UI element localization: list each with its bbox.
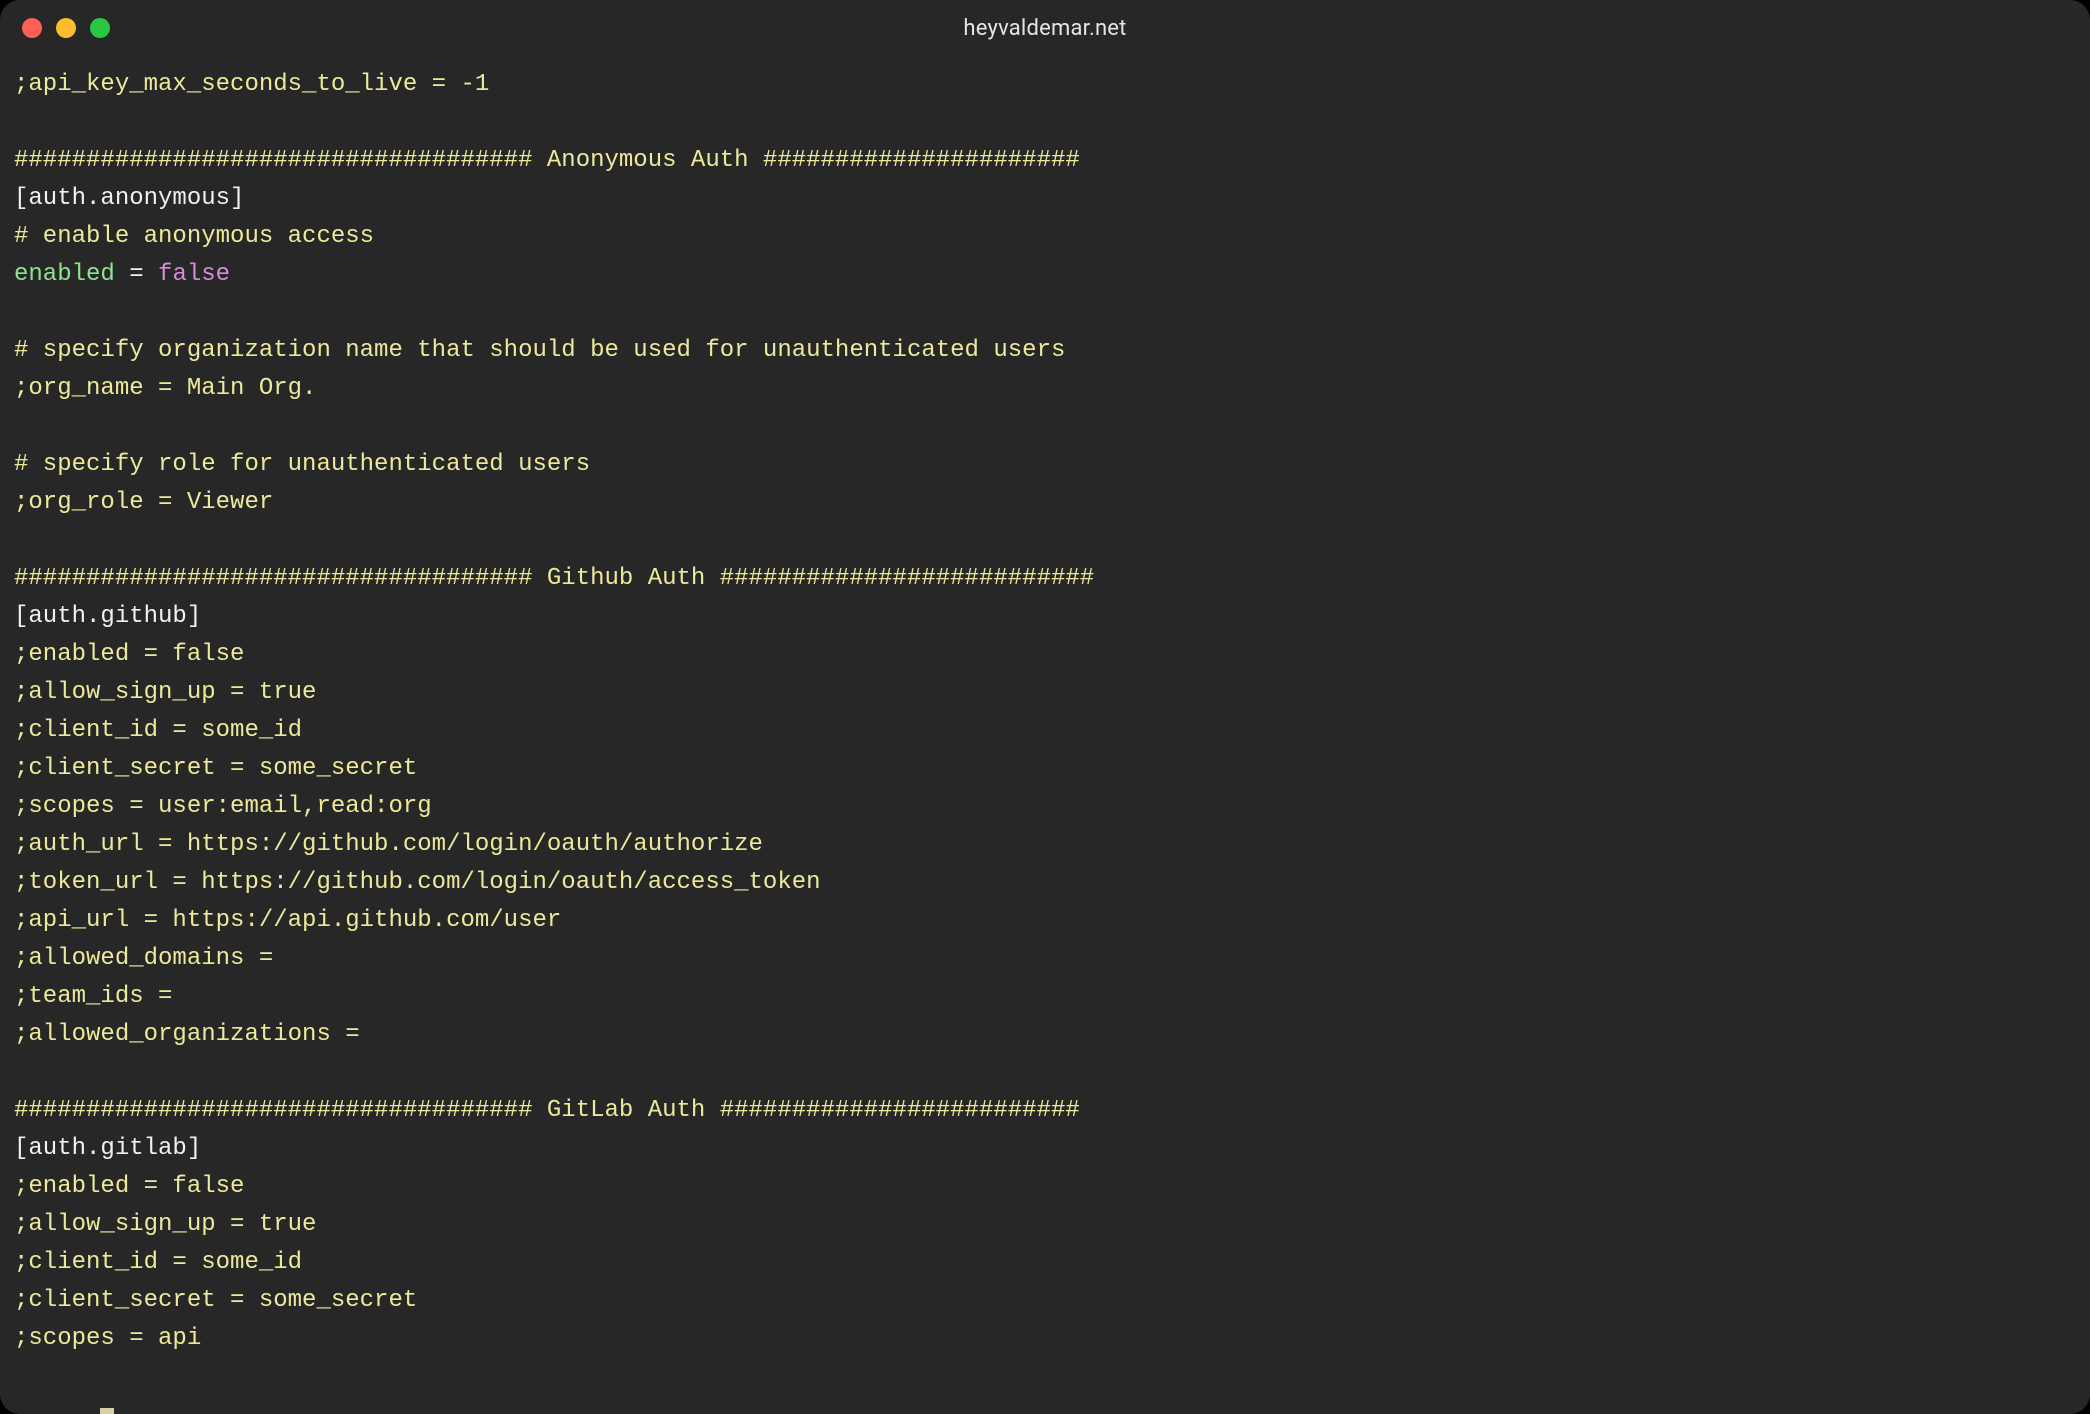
comment-text: ;enabled = false bbox=[14, 641, 244, 668]
comment-text: ;org_role = Viewer bbox=[14, 489, 273, 516]
config-line: ;org_role = Viewer bbox=[14, 484, 2076, 522]
config-line: ;enabled = false bbox=[14, 636, 2076, 674]
config-line: #################################### Git… bbox=[14, 560, 2076, 598]
terminal-body[interactable]: ;api_key_max_seconds_to_live = -1 ######… bbox=[0, 56, 2090, 1414]
window-title: heyvaldemar.net bbox=[963, 16, 1126, 41]
comment-text: ;allow_sign_up = true bbox=[14, 1211, 316, 1238]
config-line: ;client_id = some_id bbox=[14, 712, 2076, 750]
comment-text: # specify organization name that should … bbox=[14, 337, 1065, 364]
config-line: # specify organization name that should … bbox=[14, 332, 2076, 370]
config-key: enabled bbox=[14, 261, 115, 288]
config-line: #################################### Git… bbox=[14, 1092, 2076, 1130]
comment-text: ;api_url = https://api.github.com/user bbox=[14, 907, 561, 934]
config-line: ;api_url = https://api.github.com/user bbox=[14, 902, 2076, 940]
config-line bbox=[14, 522, 2076, 560]
comment-text: ;client_secret = some_secret bbox=[14, 1287, 417, 1314]
terminal-window: heyvaldemar.net ;api_key_max_seconds_to_… bbox=[0, 0, 2090, 1414]
config-line: ;client_id = some_id bbox=[14, 1244, 2076, 1282]
config-line: [auth.github] bbox=[14, 598, 2076, 636]
cursor-icon bbox=[100, 1408, 114, 1414]
comment-text: #################################### Git… bbox=[14, 1097, 1080, 1124]
comment-text: ;scopes = api bbox=[14, 1325, 201, 1352]
config-value: false bbox=[158, 261, 230, 288]
config-line: # enable anonymous access bbox=[14, 218, 2076, 256]
comment-text: ;allowed_organizations = bbox=[14, 1021, 360, 1048]
close-icon[interactable] bbox=[22, 18, 42, 38]
config-line: #################################### Ano… bbox=[14, 142, 2076, 180]
section-header: [auth.anonymous] bbox=[14, 185, 244, 212]
config-line: ;api_key_max_seconds_to_live = -1 bbox=[14, 66, 2076, 104]
minimize-icon[interactable] bbox=[56, 18, 76, 38]
config-line: ;auth_url = https://github.com/login/oau… bbox=[14, 826, 2076, 864]
config-line: enabled = false bbox=[14, 256, 2076, 294]
config-line: ;token_url = https://github.com/login/oa… bbox=[14, 864, 2076, 902]
config-line: ;team_ids = bbox=[14, 978, 2076, 1016]
vim-command-line[interactable]: :x bbox=[0, 1370, 2090, 1408]
comment-text: ;org_name = Main Org. bbox=[14, 375, 316, 402]
section-header: [auth.gitlab] bbox=[14, 1135, 201, 1162]
comment-text: ;team_ids = bbox=[14, 983, 172, 1010]
comment-text: #################################### Ano… bbox=[14, 147, 1080, 174]
config-line: ;enabled = false bbox=[14, 1168, 2076, 1206]
comment-text: ;allowed_domains = bbox=[14, 945, 273, 972]
comment-text: ;enabled = false bbox=[14, 1173, 244, 1200]
config-line: ;allow_sign_up = true bbox=[14, 674, 2076, 712]
config-line: ;client_secret = some_secret bbox=[14, 750, 2076, 788]
equals-sign: = bbox=[115, 261, 158, 288]
config-line bbox=[14, 1054, 2076, 1092]
config-line bbox=[14, 104, 2076, 142]
config-line bbox=[14, 294, 2076, 332]
comment-text: ;client_id = some_id bbox=[14, 717, 302, 744]
config-line: ;allowed_domains = bbox=[14, 940, 2076, 978]
config-line: ;client_secret = some_secret bbox=[14, 1282, 2076, 1320]
comment-text: ;allow_sign_up = true bbox=[14, 679, 316, 706]
config-line: # specify role for unauthenticated users bbox=[14, 446, 2076, 484]
comment-text: ;client_id = some_id bbox=[14, 1249, 302, 1276]
zoom-icon[interactable] bbox=[90, 18, 110, 38]
config-line: ;scopes = api bbox=[14, 1320, 2076, 1358]
comment-text: ;scopes = user:email,read:org bbox=[14, 793, 432, 820]
window-controls bbox=[22, 0, 110, 56]
config-line: [auth.gitlab] bbox=[14, 1130, 2076, 1168]
config-line: ;org_name = Main Org. bbox=[14, 370, 2076, 408]
comment-text: #################################### Git… bbox=[14, 565, 1094, 592]
config-line: ;allowed_organizations = bbox=[14, 1016, 2076, 1054]
config-line: [auth.anonymous] bbox=[14, 180, 2076, 218]
config-line: ;allow_sign_up = true bbox=[14, 1206, 2076, 1244]
comment-text: ;client_secret = some_secret bbox=[14, 755, 417, 782]
config-line: ;scopes = user:email,read:org bbox=[14, 788, 2076, 826]
comment-text: ;api_key_max_seconds_to_live = -1 bbox=[14, 71, 489, 98]
comment-text: # enable anonymous access bbox=[14, 223, 374, 250]
comment-text: ;auth_url = https://github.com/login/oau… bbox=[14, 831, 763, 858]
comment-text: ;token_url = https://github.com/login/oa… bbox=[14, 869, 821, 896]
section-header: [auth.github] bbox=[14, 603, 201, 630]
comment-text: # specify role for unauthenticated users bbox=[14, 451, 590, 478]
titlebar: heyvaldemar.net bbox=[0, 0, 2090, 56]
config-line bbox=[14, 408, 2076, 446]
